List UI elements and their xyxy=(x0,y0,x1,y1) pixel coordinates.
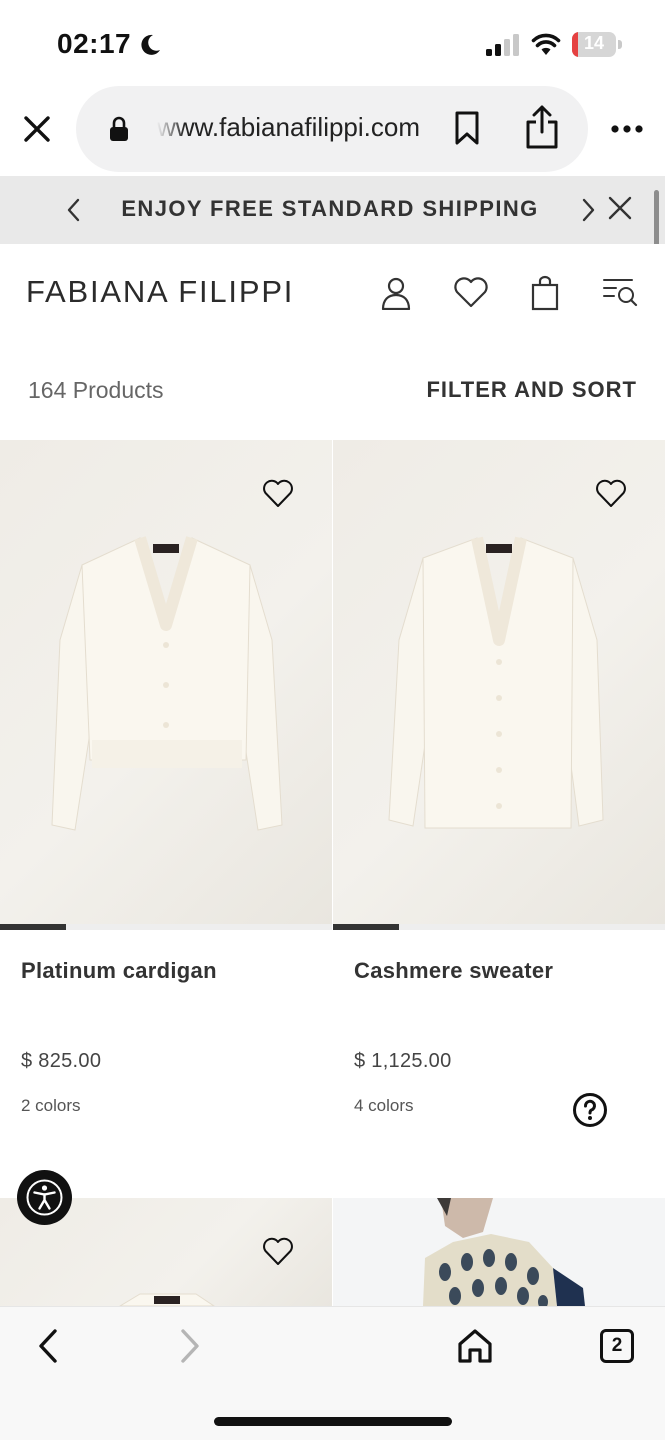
accessibility-button[interactable] xyxy=(17,1170,72,1225)
promo-text: ENJOY FREE STANDARD SHIPPING xyxy=(121,196,539,221)
menu-search-icon[interactable] xyxy=(602,276,638,308)
product-card[interactable] xyxy=(333,1198,665,1306)
home-indicator[interactable] xyxy=(214,1417,452,1426)
address-bar[interactable]: www.fabianafilippi.com xyxy=(76,86,588,172)
home-icon[interactable] xyxy=(456,1327,494,1365)
status-time: 02:17 xyxy=(57,28,132,59)
shopping-bag-icon[interactable] xyxy=(530,275,560,311)
lock-icon xyxy=(110,116,128,141)
forward-icon[interactable] xyxy=(176,1327,204,1365)
more-icon[interactable] xyxy=(610,122,644,136)
chevron-left-icon[interactable] xyxy=(62,196,86,224)
status-bar: 02:17 14 xyxy=(0,0,665,86)
product-count: 164 Products xyxy=(28,377,164,403)
heart-icon[interactable] xyxy=(453,276,489,308)
product-price: $ 825.00 xyxy=(21,1050,102,1072)
battery-icon: 14 xyxy=(572,32,622,57)
heart-icon[interactable] xyxy=(595,478,627,508)
filter-sort-button[interactable]: FILTER AND SORT xyxy=(426,377,637,403)
heart-icon[interactable] xyxy=(262,478,294,508)
battery-level: 14 xyxy=(583,33,605,53)
browser-bar: www.fabianafilippi.com xyxy=(0,86,665,176)
browser-nav-bar: 2 xyxy=(0,1306,665,1440)
product-image[interactable] xyxy=(333,440,665,924)
site-header: FABIANA FILIPPI xyxy=(0,244,665,342)
brand-logo[interactable]: FABIANA FILIPPI xyxy=(26,274,294,310)
battery-body: 14 xyxy=(572,32,616,57)
carousel-indicator-thumb xyxy=(0,924,67,930)
signal-icon xyxy=(486,34,519,56)
product-colors: 2 colors xyxy=(21,1096,81,1115)
product-name[interactable]: Platinum cardigan xyxy=(21,958,217,984)
heart-icon[interactable] xyxy=(262,1236,294,1266)
moon-icon xyxy=(141,34,160,55)
cardigan-image xyxy=(51,536,283,831)
product-colors: 4 colors xyxy=(354,1096,414,1115)
tab-count: 2 xyxy=(611,1335,623,1356)
close-banner-icon[interactable] xyxy=(606,194,634,222)
url-text[interactable]: www.fabianafilippi.com xyxy=(157,112,421,143)
account-icon[interactable] xyxy=(380,276,412,310)
back-icon[interactable] xyxy=(34,1327,62,1365)
model-knit-image xyxy=(423,1198,585,1306)
carousel-indicator-thumb xyxy=(333,924,400,930)
chevron-right-icon[interactable] xyxy=(576,196,600,224)
battery-cap xyxy=(618,40,622,49)
sweater-image xyxy=(388,536,604,829)
wifi-icon xyxy=(531,33,561,55)
accessibility-icon xyxy=(26,1179,63,1216)
product-image[interactable] xyxy=(0,440,332,924)
image-carousel-indicator xyxy=(0,924,332,930)
help-icon[interactable] xyxy=(572,1092,608,1128)
product-price: $ 1,125.00 xyxy=(354,1050,452,1072)
bookmark-icon[interactable] xyxy=(452,110,482,146)
product-image[interactable] xyxy=(333,1198,665,1306)
tabs-button[interactable]: 2 xyxy=(600,1329,634,1363)
image-carousel-indicator xyxy=(333,924,665,930)
share-icon[interactable] xyxy=(524,104,560,150)
product-name[interactable]: Cashmere sweater xyxy=(354,958,553,984)
promo-banner: ENJOY FREE STANDARD SHIPPING xyxy=(0,176,665,244)
close-icon[interactable] xyxy=(20,112,54,146)
